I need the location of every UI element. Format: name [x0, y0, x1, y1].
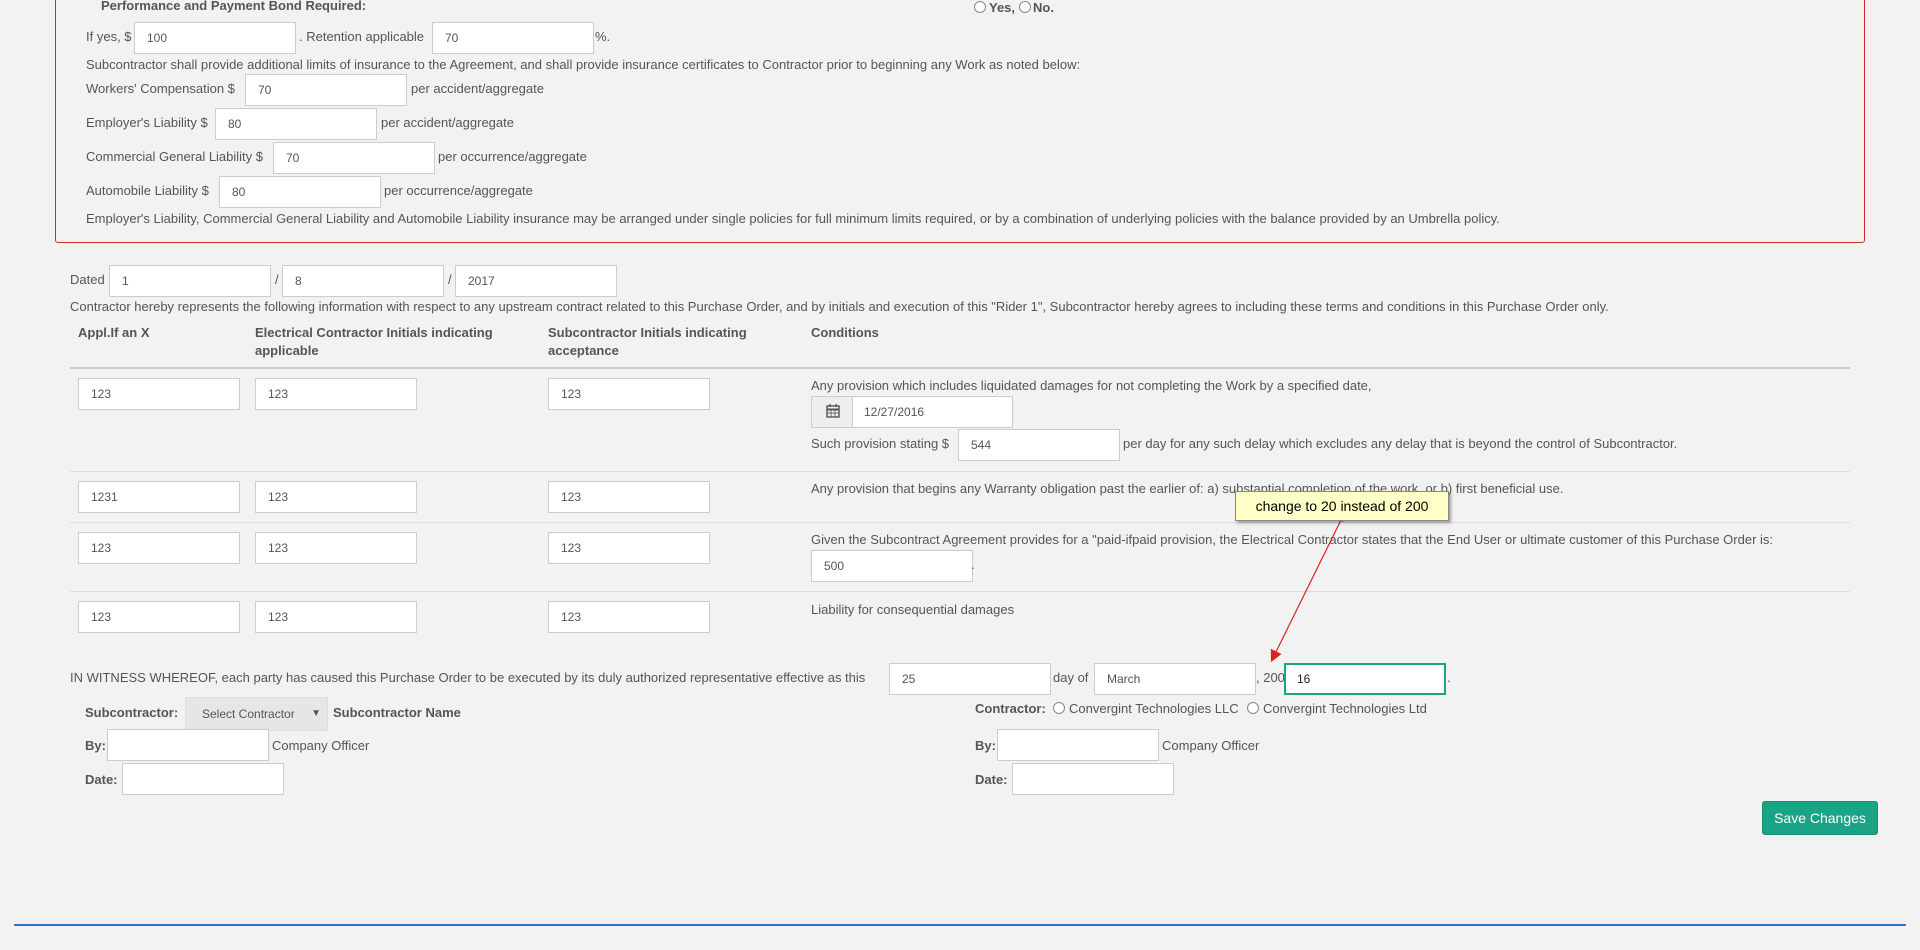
annotation-arrow [1270, 514, 1346, 663]
annotation-note: change to 20 instead of 200 [1235, 491, 1449, 521]
